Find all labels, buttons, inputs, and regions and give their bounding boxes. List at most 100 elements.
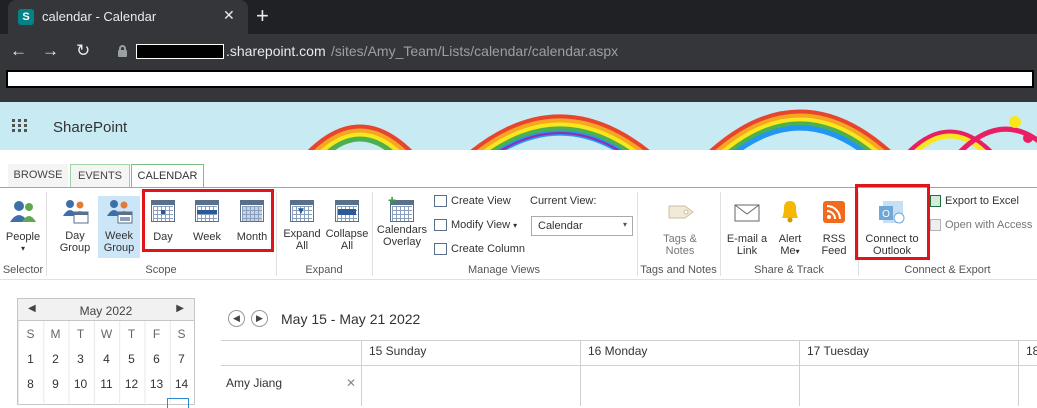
day-column[interactable]: 18	[1018, 341, 1037, 406]
app-launcher-icon[interactable]	[12, 119, 28, 133]
group-label-expand: Expand	[305, 264, 343, 276]
calendar-day[interactable]: 9	[43, 377, 68, 391]
calendars-overlay-label-2: Overlay	[383, 236, 421, 248]
calendar-day[interactable]: 8	[18, 377, 43, 391]
calendar-day[interactable]: 2	[43, 352, 68, 366]
week-grid: 15 Sunday 16 Monday 17 Tuesday 18 Amy Ji…	[221, 340, 1037, 406]
calendar-day[interactable]: 3	[68, 352, 93, 366]
open-with-access-button[interactable]: Open with Access	[930, 219, 1033, 232]
sharepoint-favicon-icon: S	[18, 9, 34, 25]
collapse-all-label-1: Collapse	[325, 228, 369, 240]
new-tab-button[interactable]: +	[256, 4, 269, 28]
day-header: 17 Tuesday	[807, 344, 870, 358]
rss-icon	[823, 201, 845, 223]
remove-person-icon[interactable]: ✕	[346, 376, 356, 390]
calendar-day[interactable]: 7	[169, 352, 194, 366]
day-column[interactable]: 17 Tuesday	[799, 341, 1018, 406]
rss-feed-label-2: Feed	[821, 245, 847, 257]
tab-events[interactable]: EVENTS	[70, 164, 130, 188]
sharepoint-brand[interactable]: SharePoint	[53, 119, 127, 136]
expand-all-button[interactable]: ▼ Expand All	[282, 200, 322, 252]
modify-view-button[interactable]: Modify View ▾	[434, 219, 518, 232]
calendar-day[interactable]: 5	[119, 352, 144, 366]
envelope-icon	[734, 204, 760, 222]
suite-bar: SharePoint	[0, 102, 1037, 150]
collapse-all-icon	[335, 200, 359, 222]
calendar-day[interactable]: 11	[94, 377, 119, 391]
calendar-day[interactable]: 10	[68, 377, 93, 391]
ribbon-tabs: BROWSE EVENTS CALENDAR	[0, 150, 1037, 188]
alert-me-dropdown-icon: ▾	[795, 247, 800, 256]
tab-close-icon[interactable]: ✕	[223, 7, 235, 24]
alert-me-label-1: Alert	[778, 233, 802, 245]
day-column[interactable]: 16 Monday	[580, 341, 799, 406]
day-header: 18	[1026, 344, 1037, 358]
alert-me-button[interactable]: Alert Me▾	[772, 198, 808, 258]
week-group-button[interactable]: Week Group	[98, 196, 140, 258]
rss-feed-button[interactable]: RSS Feed	[814, 200, 854, 257]
url-path[interactable]: /sites/Amy_Team/Lists/calendar/calendar.…	[331, 43, 618, 59]
access-icon	[930, 219, 941, 232]
weekday-label: S	[177, 327, 186, 341]
day-column[interactable]: 15 Sunday	[361, 341, 580, 406]
weekday-label: T	[76, 327, 85, 341]
people-button[interactable]: People ▾	[4, 198, 42, 255]
header-divider	[221, 365, 1037, 366]
redacted-bookmarks	[6, 70, 1034, 88]
tags-notes-button[interactable]: Tags & Notes	[658, 200, 702, 257]
mini-calendar: ◀ May 2022 ▶ S M T W T F S 1 2 3 4 5 6 7…	[17, 298, 195, 408]
next-month-icon[interactable]: ▶	[176, 303, 184, 314]
tab-browse[interactable]: BROWSE	[8, 164, 68, 188]
calendar-day[interactable]: 12	[119, 377, 144, 391]
modify-view-dropdown-icon: ▾	[513, 221, 518, 230]
tags-notes-label-1: Tags &	[663, 233, 697, 245]
lock-icon	[118, 45, 127, 57]
group-label-share-track: Share & Track	[754, 264, 824, 276]
create-view-icon	[434, 195, 447, 208]
week-group-icon	[107, 200, 133, 224]
calendar-day[interactable]: 6	[144, 352, 169, 366]
calendar-day[interactable]: 1	[18, 352, 43, 366]
tag-icon	[668, 205, 694, 219]
calendars-overlay-icon: +	[388, 193, 416, 222]
group-label-manage-views: Manage Views	[468, 264, 540, 276]
next-week-icon[interactable]: ▶	[251, 310, 268, 327]
weekday-label: T	[127, 327, 136, 341]
weekday-label: S	[26, 327, 35, 341]
forward-icon[interactable]: →	[42, 42, 59, 60]
email-link-label-1: E-mail a	[726, 233, 768, 245]
create-column-button[interactable]: Create Column	[434, 243, 525, 256]
current-view-select[interactable]: Calendar ▾	[531, 216, 633, 236]
tab-title: calendar - Calendar	[42, 9, 157, 24]
export-excel-label: Export to Excel	[945, 195, 1019, 207]
selected-day-outline	[167, 398, 189, 408]
highlight-box-outlook	[855, 184, 930, 260]
browser-tab[interactable]: S calendar - Calendar ✕	[8, 0, 248, 34]
modify-view-label: Modify View	[451, 219, 511, 231]
email-link-label-2: Link	[736, 245, 758, 257]
week-group-label-2: Group	[103, 242, 135, 254]
tab-calendar[interactable]: CALENDAR	[131, 164, 204, 188]
mini-calendar-month: May 2022	[79, 304, 133, 318]
back-icon[interactable]: ←	[10, 42, 27, 60]
calendar-day[interactable]: 14	[169, 377, 194, 391]
reload-icon[interactable]: ↻	[76, 42, 90, 60]
collapse-all-button[interactable]: Collapse All	[325, 200, 369, 252]
browser-tab-bar: S calendar - Calendar ✕ +	[0, 0, 1037, 34]
calendar-day[interactable]: 13	[144, 377, 169, 391]
expand-all-icon: ▼	[290, 200, 314, 222]
export-to-excel-button[interactable]: Export to Excel	[930, 195, 1019, 208]
email-link-button[interactable]: E-mail a Link	[724, 200, 770, 257]
create-view-button[interactable]: Create View	[434, 195, 511, 208]
collapse-all-label-2: All	[340, 240, 354, 252]
calendars-overlay-button[interactable]: + Calendars Overlay	[376, 193, 428, 248]
url-host[interactable]: .sharepoint.com	[226, 43, 326, 59]
open-access-label: Open with Access	[945, 219, 1033, 231]
rainbow-banner-image	[307, 109, 1037, 150]
day-group-button[interactable]: Day Group	[56, 198, 94, 254]
date-range-title: May 15 - May 21 2022	[281, 311, 421, 327]
current-view-label: Current View:	[530, 195, 597, 207]
prev-week-icon[interactable]: ◀	[228, 310, 245, 327]
weekday-label: F	[152, 327, 161, 341]
calendar-day[interactable]: 4	[94, 352, 119, 366]
